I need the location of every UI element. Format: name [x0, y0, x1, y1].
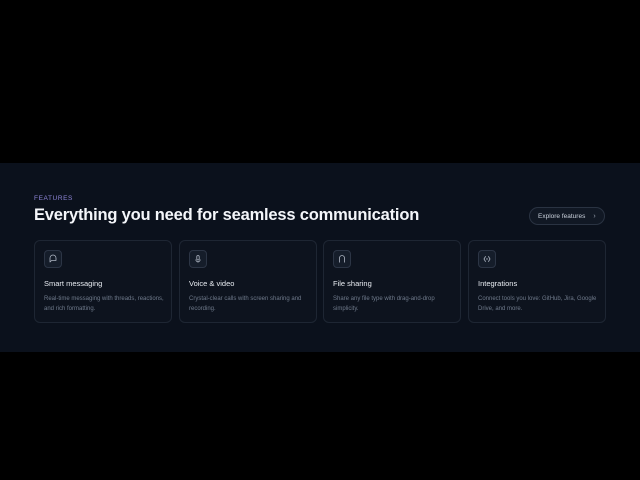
card-title: File sharing [333, 279, 372, 288]
microphone-icon [189, 250, 207, 268]
chevron-right-icon: › [593, 212, 596, 220]
section-eyebrow: FEATURES [34, 195, 73, 202]
card-description: Real-time messaging with threads, reacti… [44, 296, 164, 312]
feature-card-smart-messaging[interactable]: Smart messaging Real-time messaging with… [34, 240, 172, 323]
feature-card-voice-video[interactable]: Voice & video Crystal-clear calls with s… [179, 240, 317, 323]
card-title: Smart messaging [44, 279, 103, 288]
card-title: Voice & video [189, 279, 235, 288]
card-title: Integrations [478, 279, 518, 288]
card-description: Connect tools you love: GitHub, Jira, Go… [478, 296, 597, 312]
integration-icon [478, 250, 496, 268]
card-description: Share any file type with drag-and-drop s… [333, 296, 435, 312]
feature-card-integrations[interactable]: Integrations Connect tools you love: Git… [468, 240, 606, 323]
explore-features-button[interactable]: Explore features › [529, 207, 605, 225]
explore-features-label: Explore features [538, 212, 586, 220]
features-section: FEATURES Everything you need for seamles… [0, 163, 640, 352]
section-heading: Everything you need for seamless communi… [34, 206, 420, 224]
message-bubble-icon [44, 250, 62, 268]
file-icon [333, 250, 351, 268]
card-description: Crystal-clear calls with screen sharing … [189, 296, 302, 312]
feature-card-file-sharing[interactable]: File sharing Share any file type with dr… [323, 240, 461, 323]
